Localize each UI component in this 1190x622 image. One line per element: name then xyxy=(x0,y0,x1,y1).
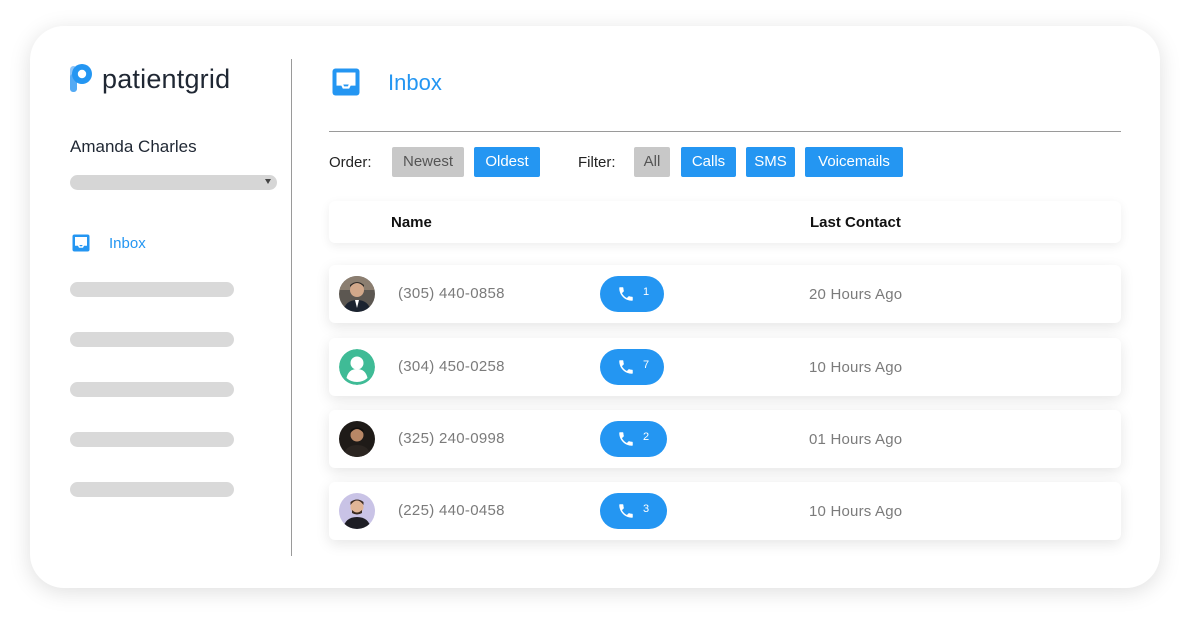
call-count: 3 xyxy=(643,503,650,515)
last-contact: 10 Hours Ago xyxy=(809,359,903,376)
table-row[interactable]: (225) 440-0458 3 10 Hours Ago xyxy=(329,482,1121,540)
page-title: Inbox xyxy=(388,70,442,95)
table-header: Name Last Contact xyxy=(329,201,1121,243)
user-name: Amanda Charles xyxy=(70,137,197,156)
contact-phone: (305) 440-0858 xyxy=(398,285,505,302)
phone-icon xyxy=(619,287,633,301)
avatar xyxy=(339,421,375,457)
phone-icon xyxy=(619,504,633,518)
sidebar-divider xyxy=(291,59,292,556)
phone-icon xyxy=(619,360,633,374)
sidebar-item-placeholder[interactable] xyxy=(70,432,234,447)
filter-all-button[interactable]: All xyxy=(634,147,670,177)
default-user-icon xyxy=(339,349,375,385)
brand-logo[interactable]: patientgrid xyxy=(70,62,230,96)
sidebar-item-inbox[interactable]: Inbox xyxy=(72,233,146,253)
phone-icon xyxy=(619,432,633,446)
page-icon xyxy=(332,68,360,96)
sidebar-item-placeholder[interactable] xyxy=(70,482,234,497)
filter-label: Filter: xyxy=(578,154,616,171)
filter-sms-button[interactable]: SMS xyxy=(746,147,795,177)
sidebar-item-placeholder[interactable] xyxy=(70,282,234,297)
call-count: 2 xyxy=(643,431,650,443)
inbox-icon xyxy=(332,68,360,96)
header-divider xyxy=(329,131,1121,132)
call-count-button[interactable]: 3 xyxy=(600,493,667,529)
inbox-icon xyxy=(72,234,90,252)
filter-calls-button[interactable]: Calls xyxy=(681,147,736,177)
table-row[interactable]: (304) 450-0258 7 10 Hours Ago xyxy=(329,338,1121,396)
patientgrid-logo-icon xyxy=(70,64,92,92)
last-contact: 10 Hours Ago xyxy=(809,503,903,520)
avatar xyxy=(339,493,375,529)
account-dropdown[interactable] xyxy=(70,175,277,190)
contact-phone: (225) 440-0458 xyxy=(398,502,505,519)
order-oldest-button[interactable]: Oldest xyxy=(474,147,540,177)
column-header-name[interactable]: Name xyxy=(391,214,432,231)
column-header-last-contact[interactable]: Last Contact xyxy=(810,214,901,231)
table-row[interactable]: (325) 240-0998 2 01 Hours Ago xyxy=(329,410,1121,468)
brand-name: patientgrid xyxy=(102,63,231,94)
sidebar-item-placeholder[interactable] xyxy=(70,332,234,347)
call-count: 1 xyxy=(643,286,650,298)
table-row[interactable]: (305) 440-0858 1 20 Hours Ago xyxy=(329,265,1121,323)
call-count-button[interactable]: 1 xyxy=(600,276,664,312)
sidebar-item-label: Inbox xyxy=(109,234,146,252)
contact-phone: (325) 240-0998 xyxy=(398,430,505,447)
call-count-button[interactable]: 2 xyxy=(600,421,667,457)
call-count: 7 xyxy=(643,359,650,371)
last-contact: 20 Hours Ago xyxy=(809,286,903,303)
avatar xyxy=(339,276,375,312)
filter-voicemails-button[interactable]: Voicemails xyxy=(805,147,903,177)
sidebar-item-placeholder[interactable] xyxy=(70,382,234,397)
last-contact: 01 Hours Ago xyxy=(809,431,903,448)
contact-phone: (304) 450-0258 xyxy=(398,358,505,375)
call-count-button[interactable]: 7 xyxy=(600,349,664,385)
order-newest-button[interactable]: Newest xyxy=(392,147,464,177)
caret-down-icon xyxy=(265,179,271,184)
order-label: Order: xyxy=(329,154,372,171)
